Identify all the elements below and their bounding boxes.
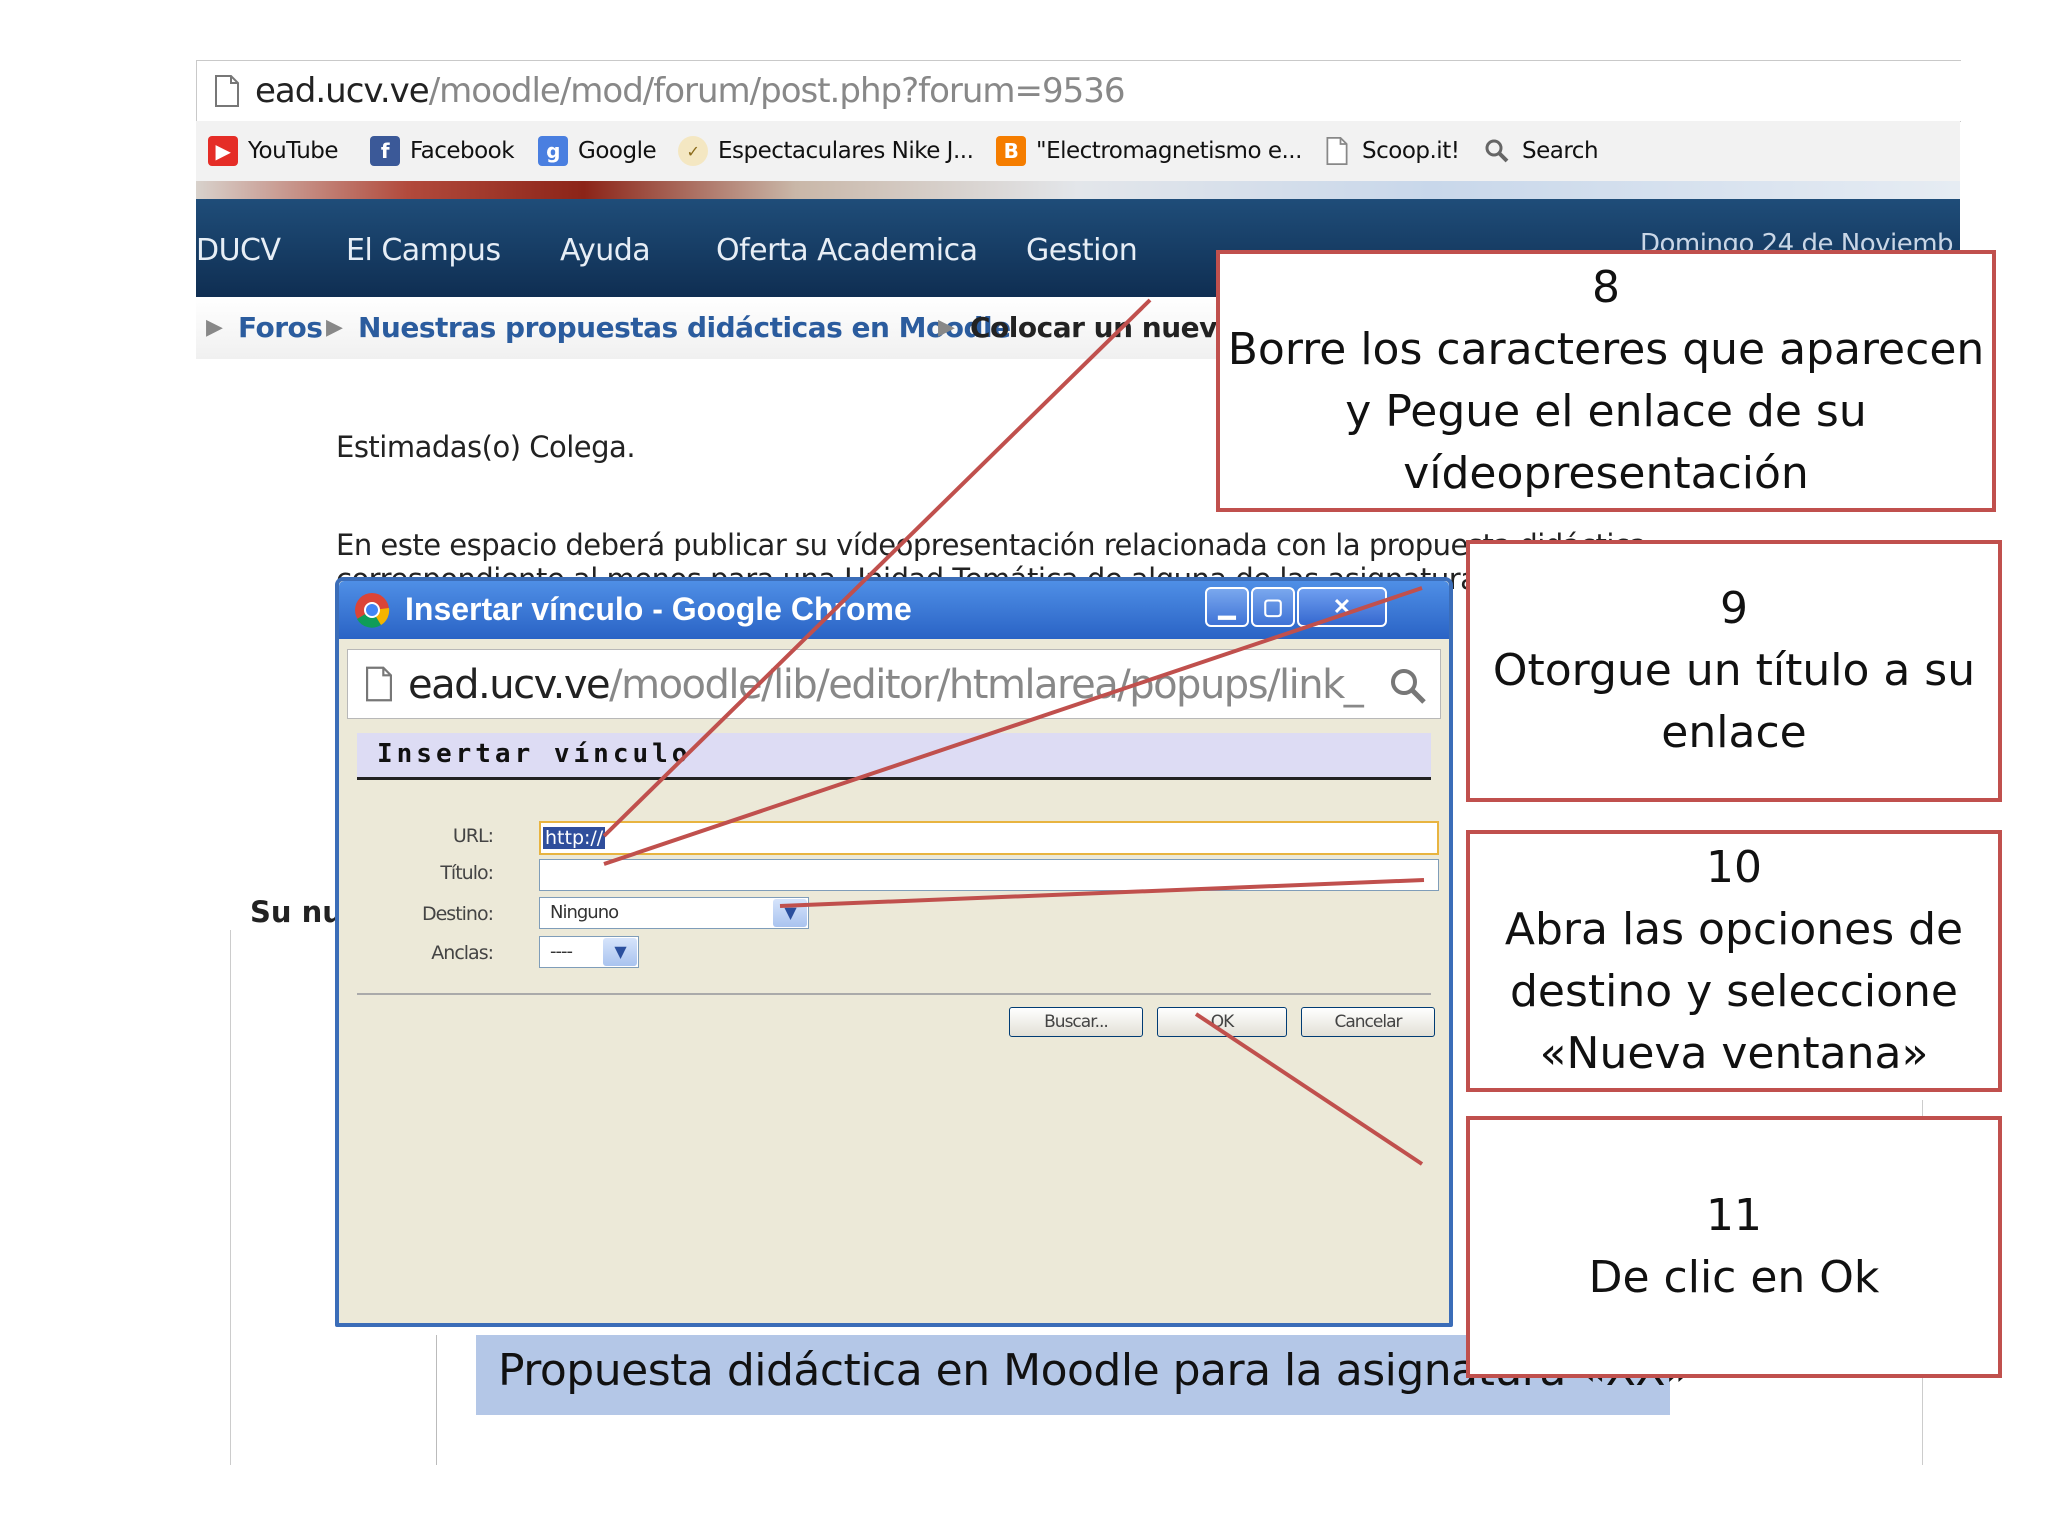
callout-text: «Nueva ventana» — [1539, 1028, 1929, 1079]
callout-text: vídeopresentación — [1403, 448, 1809, 499]
breadcrumb-current: Colocar un nuevo — [970, 311, 1236, 344]
dialog-heading-bar: Insertar vínculo — [357, 733, 1431, 780]
dialog-heading: Insertar vínculo — [377, 739, 692, 769]
chrome-icon — [355, 593, 390, 628]
youtube-icon: ▶ — [208, 136, 238, 166]
nav-item-gestion[interactable]: Gestion — [1026, 233, 1138, 268]
callout-number: 9 — [1720, 583, 1748, 634]
bookmark-label: YouTube — [248, 138, 339, 164]
bookmark-facebook[interactable]: f Facebook — [370, 133, 515, 169]
breadcrumb-arrow-icon: ▶ — [326, 315, 343, 340]
minimize-button[interactable]: ▁ — [1205, 587, 1249, 627]
anchors-select[interactable]: ---- ▼ — [539, 936, 639, 968]
breadcrumb-foros[interactable]: Foros — [238, 311, 323, 344]
minimize-icon: ▁ — [1218, 594, 1236, 619]
chevron-down-icon[interactable]: ▼ — [603, 938, 637, 966]
bookmark-label: Scoop.it! — [1362, 138, 1460, 164]
dialog-titlebar[interactable]: Insertar vínculo - Google Chrome ▁ ▢ ✕ — [339, 581, 1449, 639]
close-icon: ✕ — [1332, 594, 1352, 619]
page-icon — [366, 666, 392, 702]
site-banner — [196, 181, 1960, 199]
target-select-value: Ninguno — [550, 902, 619, 923]
callout-text: y Pegue el enlace de su — [1345, 386, 1867, 437]
anchors-label: Anclas: — [431, 942, 494, 964]
bookmark-search[interactable]: Search — [1482, 133, 1599, 169]
nike-icon: ✓ — [678, 136, 708, 166]
bookmark-label: Search — [1522, 138, 1599, 164]
subject-label: Su nu — [250, 895, 343, 929]
zoom-icon[interactable] — [1388, 666, 1428, 706]
ok-button[interactable]: OK — [1157, 1007, 1287, 1037]
maximize-icon: ▢ — [1262, 594, 1284, 619]
page-icon — [1322, 136, 1352, 166]
bookmark-label: Espectaculares Nike J... — [718, 138, 974, 164]
form-border — [230, 930, 231, 1465]
maximize-button[interactable]: ▢ — [1251, 587, 1295, 627]
callout-text: Otorgue un título a su — [1492, 645, 1976, 696]
target-select[interactable]: Ninguno ▼ — [539, 897, 809, 929]
google-icon: g — [538, 136, 568, 166]
bookmark-electromagnetismo[interactable]: B "Electromagnetismo e... — [996, 133, 1302, 169]
editor-border — [436, 1335, 437, 1465]
url-field-value: http:// — [543, 827, 606, 849]
nav-item-ducv[interactable]: DUCV — [196, 233, 281, 268]
callout-text: enlace — [1661, 707, 1807, 758]
nav-item-oferta[interactable]: Oferta Academica — [716, 233, 978, 268]
facebook-icon: f — [370, 136, 400, 166]
browser-address-bar[interactable]: ead.ucv.ve/moodle/mod/forum/post.php?for… — [196, 60, 1961, 122]
dialog-url-text: ead.ucv.ve/moodle/lib/editor/htmlarea/po… — [408, 662, 1364, 708]
bookmarks-bar: ▶ YouTube f Facebook g Google ✓ Espectac… — [196, 121, 1960, 182]
url-field[interactable]: http:// — [539, 821, 1439, 855]
bookmark-scoopit[interactable]: Scoop.it! — [1322, 133, 1460, 169]
browse-button[interactable]: Buscar... — [1009, 1007, 1143, 1037]
title-field[interactable] — [539, 859, 1439, 891]
callout-number: 10 — [1706, 842, 1762, 893]
intro-text: En este espacio deberá publicar su vídeo… — [336, 528, 1647, 562]
dialog-address-bar[interactable]: ead.ucv.ve/moodle/lib/editor/htmlarea/po… — [347, 649, 1441, 719]
callout-text: De clic en Ok — [1588, 1252, 1880, 1303]
callout-step-8: 8 Borre los caracteres que aparecen y Pe… — [1216, 250, 1996, 512]
callout-text: Borre los caracteres que aparecen — [1227, 324, 1985, 375]
url-label: URL: — [452, 825, 494, 847]
blogger-icon: B — [996, 136, 1026, 166]
callout-step-9: 9 Otorgue un título a su enlace — [1466, 540, 2002, 802]
page-icon — [215, 75, 239, 107]
bookmark-label: Google — [578, 138, 657, 164]
nav-item-ayuda[interactable]: Ayuda — [560, 233, 651, 268]
callout-number: 11 — [1706, 1190, 1762, 1241]
dialog-divider — [357, 993, 1431, 995]
bookmark-label: "Electromagnetismo e... — [1036, 138, 1302, 164]
title-label: Título: — [440, 862, 494, 884]
callout-text: destino y seleccione — [1510, 966, 1958, 1017]
bookmark-youtube[interactable]: ▶ YouTube — [208, 133, 339, 169]
greeting-text: Estimadas(o) Colega. — [336, 430, 636, 464]
callout-number: 8 — [1592, 262, 1620, 313]
anchors-select-value: ---- — [550, 941, 573, 962]
dialog-window-title: Insertar vínculo - Google Chrome — [405, 591, 912, 627]
breadcrumb-forum[interactable]: Nuestras propuestas didácticas en Moodle — [358, 311, 1011, 344]
target-label: Destino: — [421, 903, 494, 925]
search-icon — [1482, 136, 1512, 166]
browser-url-text: ead.ucv.ve/moodle/mod/forum/post.php?for… — [255, 71, 1126, 111]
nav-item-campus[interactable]: El Campus — [346, 233, 501, 268]
breadcrumb-arrow-icon: ▶ — [206, 315, 223, 340]
breadcrumb-arrow-icon: ▶ — [938, 315, 955, 340]
callout-step-11: 11 De clic en Ok — [1466, 1116, 2002, 1378]
cancel-button[interactable]: Cancelar — [1301, 1007, 1435, 1037]
callout-step-10: 10 Abra las opciones de destino y selecc… — [1466, 830, 2002, 1092]
insert-link-dialog: Insertar vínculo - Google Chrome ▁ ▢ ✕ e… — [335, 577, 1453, 1327]
close-button[interactable]: ✕ — [1297, 587, 1387, 627]
chevron-down-icon[interactable]: ▼ — [773, 899, 807, 927]
bookmark-nike[interactable]: ✓ Espectaculares Nike J... — [678, 133, 974, 169]
bookmark-label: Facebook — [410, 138, 515, 164]
bookmark-google[interactable]: g Google — [538, 133, 657, 169]
callout-text: Abra las opciones de — [1504, 904, 1964, 955]
